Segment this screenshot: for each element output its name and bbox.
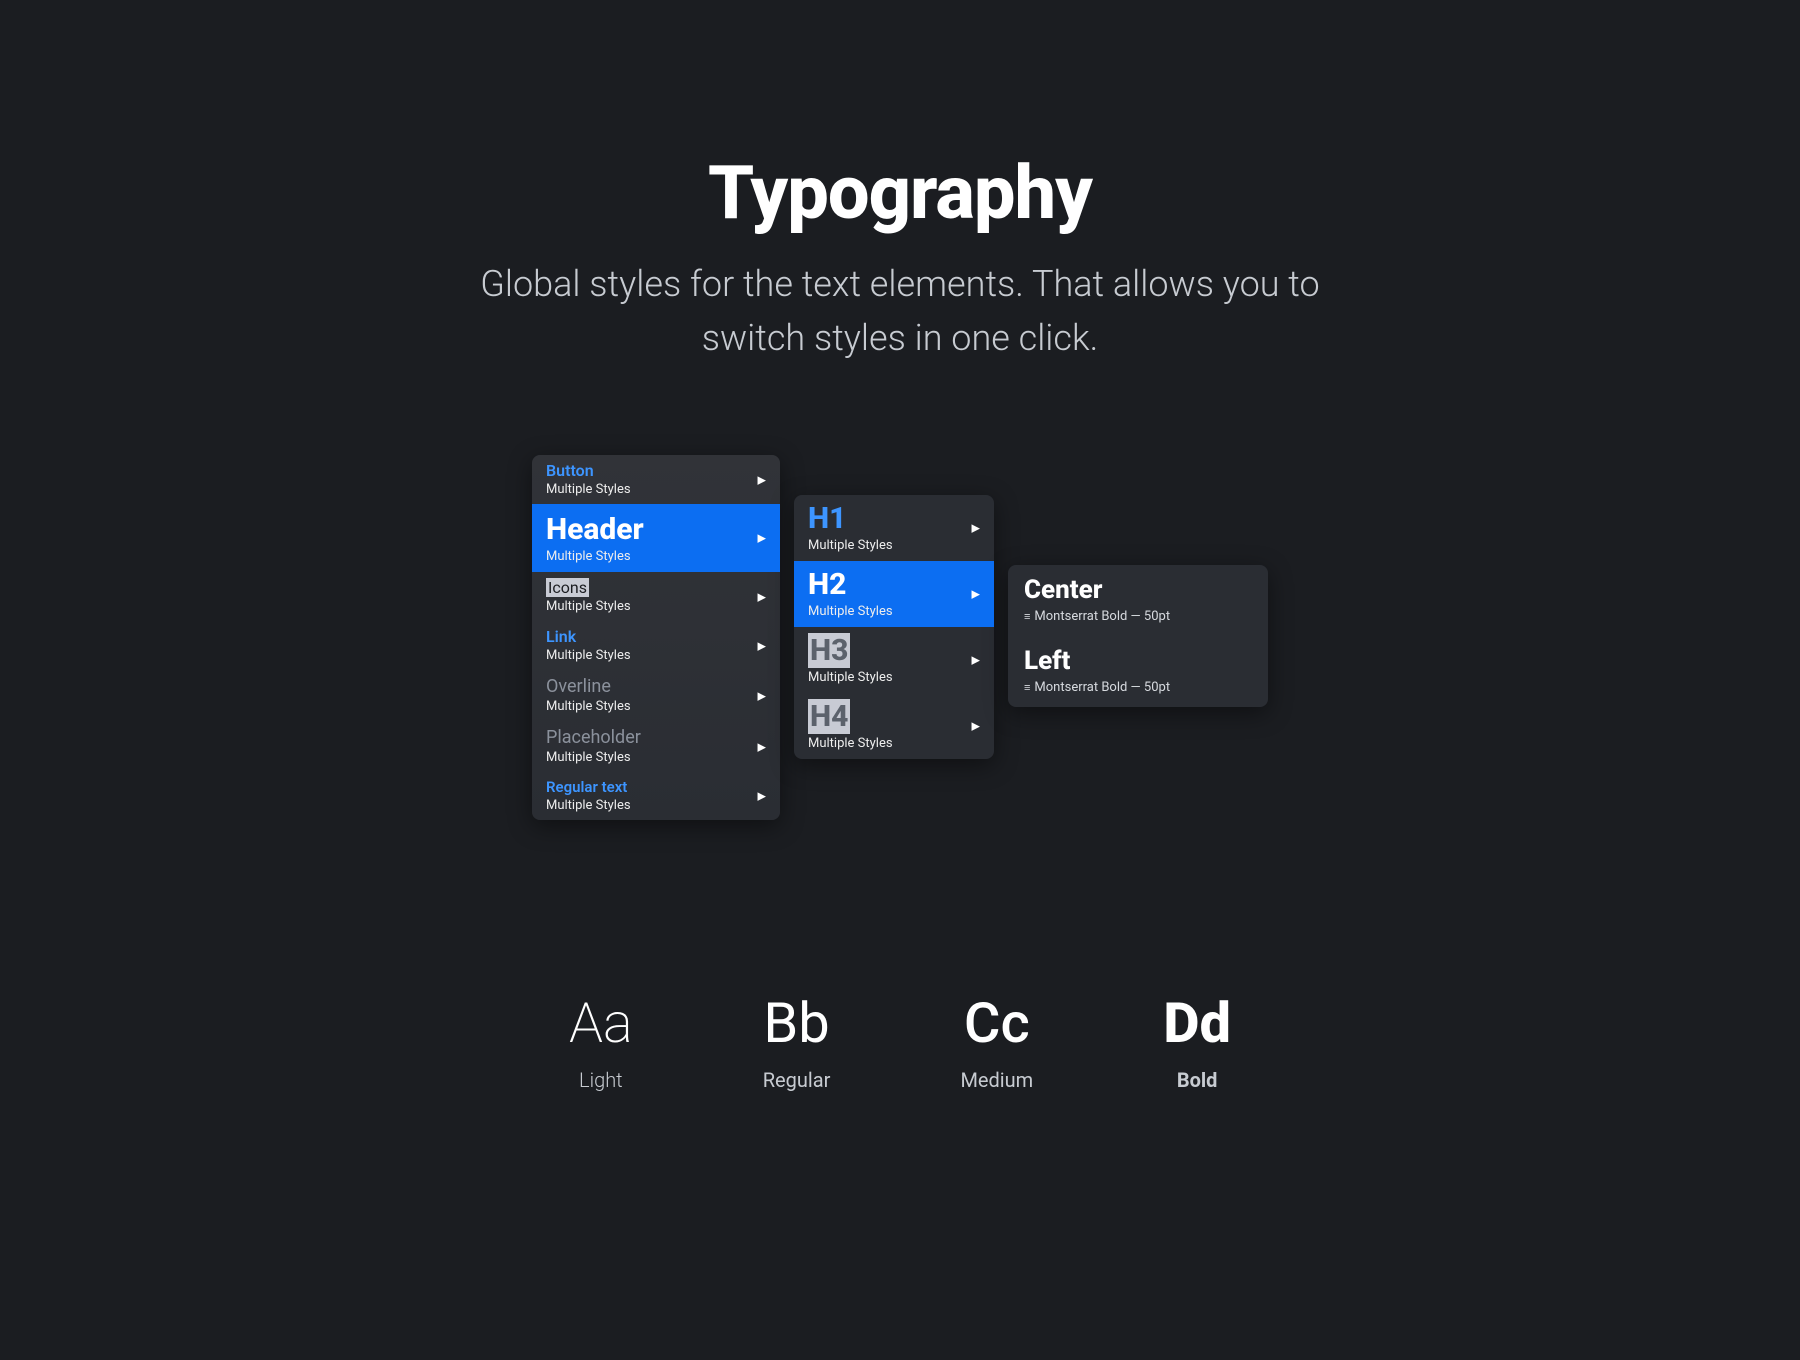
header-item-h1[interactable]: H1 Multiple Styles ▶ — [794, 495, 994, 561]
category-item-icons[interactable]: Icons Multiple Styles ▶ — [532, 572, 780, 621]
weight-label: Light — [569, 1068, 633, 1092]
category-item-overline[interactable]: Overline Multiple Styles ▶ — [532, 670, 780, 721]
category-sublabel: Multiple Styles — [546, 482, 766, 497]
category-item-header[interactable]: Header Multiple Styles ▶ — [532, 504, 780, 572]
weight-sample-light: Aa Light — [569, 990, 633, 1092]
chevron-right-icon: ▶ — [972, 654, 980, 667]
category-sublabel: Multiple Styles — [546, 549, 766, 564]
style-panels: Button Multiple Styles ▶ Header Multiple… — [270, 455, 1530, 820]
header-label: H4 — [808, 699, 980, 734]
header-label: H3 — [808, 633, 980, 668]
category-item-button[interactable]: Button Multiple Styles ▶ — [532, 455, 780, 504]
alignment-sublabel: ≡ Montserrat Bold — 50pt — [1024, 609, 1252, 624]
category-sublabel: Multiple Styles — [546, 750, 766, 765]
align-left-icon: ≡ — [1024, 681, 1028, 694]
weight-label: Medium — [960, 1068, 1033, 1092]
alignment-label: Left — [1024, 646, 1252, 676]
header-label: H1 — [808, 501, 980, 536]
category-label: Icons — [546, 578, 766, 597]
alignment-label: Center — [1024, 575, 1252, 605]
category-item-placeholder[interactable]: Placeholder Multiple Styles ▶ — [532, 721, 780, 772]
page-title: Typography — [270, 150, 1530, 237]
header-label: H2 — [808, 567, 980, 602]
header-sublabel: Multiple Styles — [808, 736, 980, 751]
weight-sample-regular: Bb Regular — [763, 990, 831, 1092]
font-weights-row: Aa Light Bb Regular Cc Medium Dd Bold — [270, 990, 1530, 1092]
alignment-sublabel: ≡ Montserrat Bold — 50pt — [1024, 680, 1252, 695]
chevron-right-icon: ▶ — [972, 720, 980, 733]
category-item-link[interactable]: Link Multiple Styles ▶ — [532, 621, 780, 670]
category-label: Link — [546, 627, 766, 646]
category-sublabel: Multiple Styles — [546, 648, 766, 663]
chevron-right-icon: ▶ — [758, 590, 766, 603]
header-sublabel: Multiple Styles — [808, 538, 980, 553]
alignment-item-center[interactable]: Center ≡ Montserrat Bold — 50pt — [1008, 565, 1268, 636]
weight-glyph: Aa — [569, 990, 633, 1056]
weight-glyph: Dd — [1163, 990, 1231, 1056]
chevron-right-icon: ▶ — [758, 639, 766, 652]
chevron-right-icon: ▶ — [758, 790, 766, 803]
chevron-right-icon: ▶ — [758, 689, 766, 702]
style-panel-categories: Button Multiple Styles ▶ Header Multiple… — [532, 455, 780, 820]
category-label: Placeholder — [546, 727, 766, 748]
style-panel-alignment: Center ≡ Montserrat Bold — 50pt Left ≡ M… — [1008, 565, 1268, 707]
category-label: Button — [546, 461, 766, 480]
header-item-h4[interactable]: H4 Multiple Styles ▶ — [794, 693, 994, 759]
category-sublabel: Multiple Styles — [546, 798, 766, 813]
header-item-h2[interactable]: H2 Multiple Styles ▶ — [794, 561, 994, 627]
chevron-right-icon: ▶ — [972, 522, 980, 535]
chevron-right-icon: ▶ — [758, 473, 766, 486]
chevron-right-icon: ▶ — [972, 588, 980, 601]
header-sublabel: Multiple Styles — [808, 604, 980, 619]
alignment-item-left[interactable]: Left ≡ Montserrat Bold — 50pt — [1008, 636, 1268, 707]
weight-sample-medium: Cc Medium — [960, 990, 1033, 1092]
chevron-right-icon: ▶ — [758, 532, 766, 545]
weight-label: Bold — [1163, 1068, 1231, 1092]
category-sublabel: Multiple Styles — [546, 699, 766, 714]
page-subtitle: Global styles for the text elements. Tha… — [450, 257, 1350, 365]
category-label: Overline — [546, 676, 766, 697]
chevron-right-icon: ▶ — [758, 740, 766, 753]
category-sublabel: Multiple Styles — [546, 599, 766, 614]
category-label: Regular text — [546, 778, 766, 796]
weight-sample-bold: Dd Bold — [1163, 990, 1231, 1092]
category-label: Header — [546, 512, 766, 547]
align-center-icon: ≡ — [1024, 610, 1028, 623]
weight-glyph: Bb — [763, 990, 831, 1056]
category-item-regular[interactable]: Regular text Multiple Styles ▶ — [532, 772, 780, 820]
weight-label: Regular — [763, 1068, 831, 1092]
header-item-h3[interactable]: H3 Multiple Styles ▶ — [794, 627, 994, 693]
header-sublabel: Multiple Styles — [808, 670, 980, 685]
style-panel-headers: H1 Multiple Styles ▶ H2 Multiple Styles … — [794, 495, 994, 759]
weight-glyph: Cc — [960, 990, 1033, 1056]
